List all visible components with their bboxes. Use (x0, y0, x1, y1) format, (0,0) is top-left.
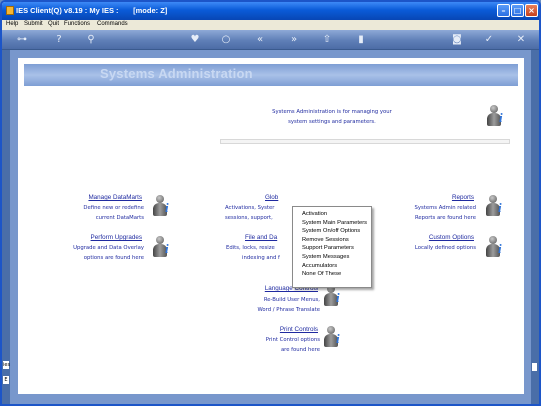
banner: Systems Administration (24, 64, 518, 86)
toolbar: ⊶ ? ⚲ ♥ ○ « » ⇧ ▮ ◙ ✓ ✕ (2, 30, 539, 50)
page-title: Systems Administration (100, 66, 253, 81)
menu-commands[interactable]: Commands (97, 21, 128, 27)
print-controls-icon[interactable]: i (323, 326, 345, 350)
reports-link[interactable]: Reports (418, 194, 474, 201)
right-scrollbar[interactable] (531, 50, 539, 404)
fast-forward-icon[interactable]: » (287, 33, 301, 47)
left-side-strip: ies E (2, 50, 10, 404)
print-controls-line-1: Print Control options (265, 337, 320, 343)
menu-item-support-parameters[interactable]: Support Parameters (302, 244, 371, 253)
minimize-button[interactable]: – (497, 4, 510, 17)
content-area: Systems Administration Systems Administr… (10, 50, 531, 404)
circle-icon[interactable]: ○ (219, 33, 233, 47)
intro-text: Systems Administration is for managing y… (252, 107, 412, 127)
file-and-data-desc: Edits, locks, resize indexing and f (226, 243, 280, 263)
menu-submit[interactable]: Submit (24, 21, 43, 27)
manage-datamarts-icon[interactable]: i (152, 195, 174, 219)
divider (220, 139, 510, 144)
custom-options-desc: Locally defined options (394, 243, 476, 253)
scroll-thumb[interactable] (532, 363, 537, 371)
perform-upgrades-desc: Upgrade and Data Overlay options are fou… (58, 243, 144, 263)
custom-options-icon[interactable]: i (485, 236, 507, 260)
maximize-button[interactable]: □ (511, 4, 524, 17)
admin-person-icon: i (486, 105, 508, 129)
manage-datamarts-link[interactable]: Manage DataMarts (88, 194, 142, 201)
file-and-data-line-1: Edits, locks, resize (226, 245, 275, 251)
menu-item-none-of-these[interactable]: None Of These (302, 270, 371, 279)
language-controls-line-1: Re-Build User Menus, (263, 297, 320, 303)
intro-line-1: Systems Administration is for managing y… (272, 109, 392, 115)
help-icon[interactable]: ? (52, 33, 66, 47)
language-controls-icon[interactable]: i (323, 285, 345, 309)
heart-icon[interactable]: ♥ (188, 33, 202, 47)
reports-desc: Systems Admin related Reports are found … (394, 203, 477, 223)
checkmark-icon[interactable]: ✓ (482, 33, 496, 47)
reports-line-1: Systems Admin related (414, 205, 477, 211)
title-bar: IES Client(Q) v8.19 : My IES : [mode: Z]… (2, 2, 539, 20)
custom-options-link[interactable]: Custom Options (414, 234, 474, 241)
file-and-data-line-2: indexing and f (242, 255, 280, 261)
side-tag-ies[interactable]: ies (3, 361, 10, 369)
global-line-1: Activations, Syster (225, 205, 275, 211)
perform-upgrades-icon[interactable]: i (152, 236, 174, 260)
file-and-data-link[interactable]: File and Da (245, 234, 277, 241)
rewind-icon[interactable]: « (253, 33, 267, 47)
search-icon[interactable]: ⚲ (84, 33, 98, 47)
global-controls-desc: Activations, Syster sessions, support, (225, 203, 274, 223)
close-window-button[interactable]: × (525, 4, 538, 17)
window-title: IES Client(Q) v8.19 : My IES : [mode: Z] (16, 6, 168, 15)
menu-functions[interactable]: Functions (64, 21, 90, 27)
menu-item-system-onoff-options[interactable]: System On/off Options (302, 227, 371, 236)
language-controls-line-2: Word / Phrase Translate (257, 307, 321, 313)
menu-item-system-main-parameters[interactable]: System Main Parameters (302, 219, 371, 228)
perform-upgrades-line-2: options are found here (83, 255, 144, 261)
language-controls-desc: Re-Build User Menus, Word / Phrase Trans… (228, 295, 321, 315)
reports-icon[interactable]: i (485, 195, 507, 219)
app-window: IES Client(Q) v8.19 : My IES : [mode: Z]… (0, 0, 541, 406)
menu-quit[interactable]: Quit (48, 21, 59, 27)
menu-item-accumulators[interactable]: Accumulators (302, 262, 371, 271)
print-controls-desc: Print Control options are found here (242, 335, 320, 355)
manage-datamarts-desc: Define new or redefine current DataMarts (78, 203, 144, 223)
key-icon[interactable]: ⊶ (10, 33, 34, 47)
reports-line-2: Reports are found here (414, 215, 476, 221)
intro-line-2: system settings and parameters. (288, 119, 376, 125)
print-controls-line-2: are found here (280, 347, 320, 353)
manage-datamarts-line-1: Define new or redefine (83, 205, 144, 211)
custom-options-line-1: Locally defined options (414, 245, 476, 251)
global-controls-link[interactable]: Glob (265, 194, 278, 201)
save-icon[interactable]: ◙ (450, 33, 464, 47)
upload-icon[interactable]: ⇧ (320, 33, 334, 47)
manage-datamarts-line-2: current DataMarts (95, 215, 144, 221)
page: Systems Administration Systems Administr… (18, 58, 524, 394)
context-menu: Activation System Main Parameters System… (292, 206, 372, 288)
perform-upgrades-line-1: Upgrade and Data Overlay (73, 245, 144, 251)
app-icon (6, 6, 14, 15)
global-line-2: sessions, support, (225, 215, 273, 221)
menu-item-remove-sessions[interactable]: Remove Sessions (302, 236, 371, 245)
print-controls-link[interactable]: Print Controls (264, 326, 318, 333)
menu-item-system-messages[interactable]: System Messages (302, 253, 371, 262)
pause-icon[interactable]: ▮ (354, 33, 368, 47)
menu-help[interactable]: Help (6, 21, 18, 27)
side-tag-e[interactable]: E (3, 376, 9, 384)
menu-item-activation[interactable]: Activation (302, 210, 371, 219)
close-icon[interactable]: ✕ (514, 33, 528, 47)
perform-upgrades-link[interactable]: Perform Upgrades (80, 234, 142, 241)
menu-bar: Help Submit Quit Functions Commands (2, 20, 539, 30)
